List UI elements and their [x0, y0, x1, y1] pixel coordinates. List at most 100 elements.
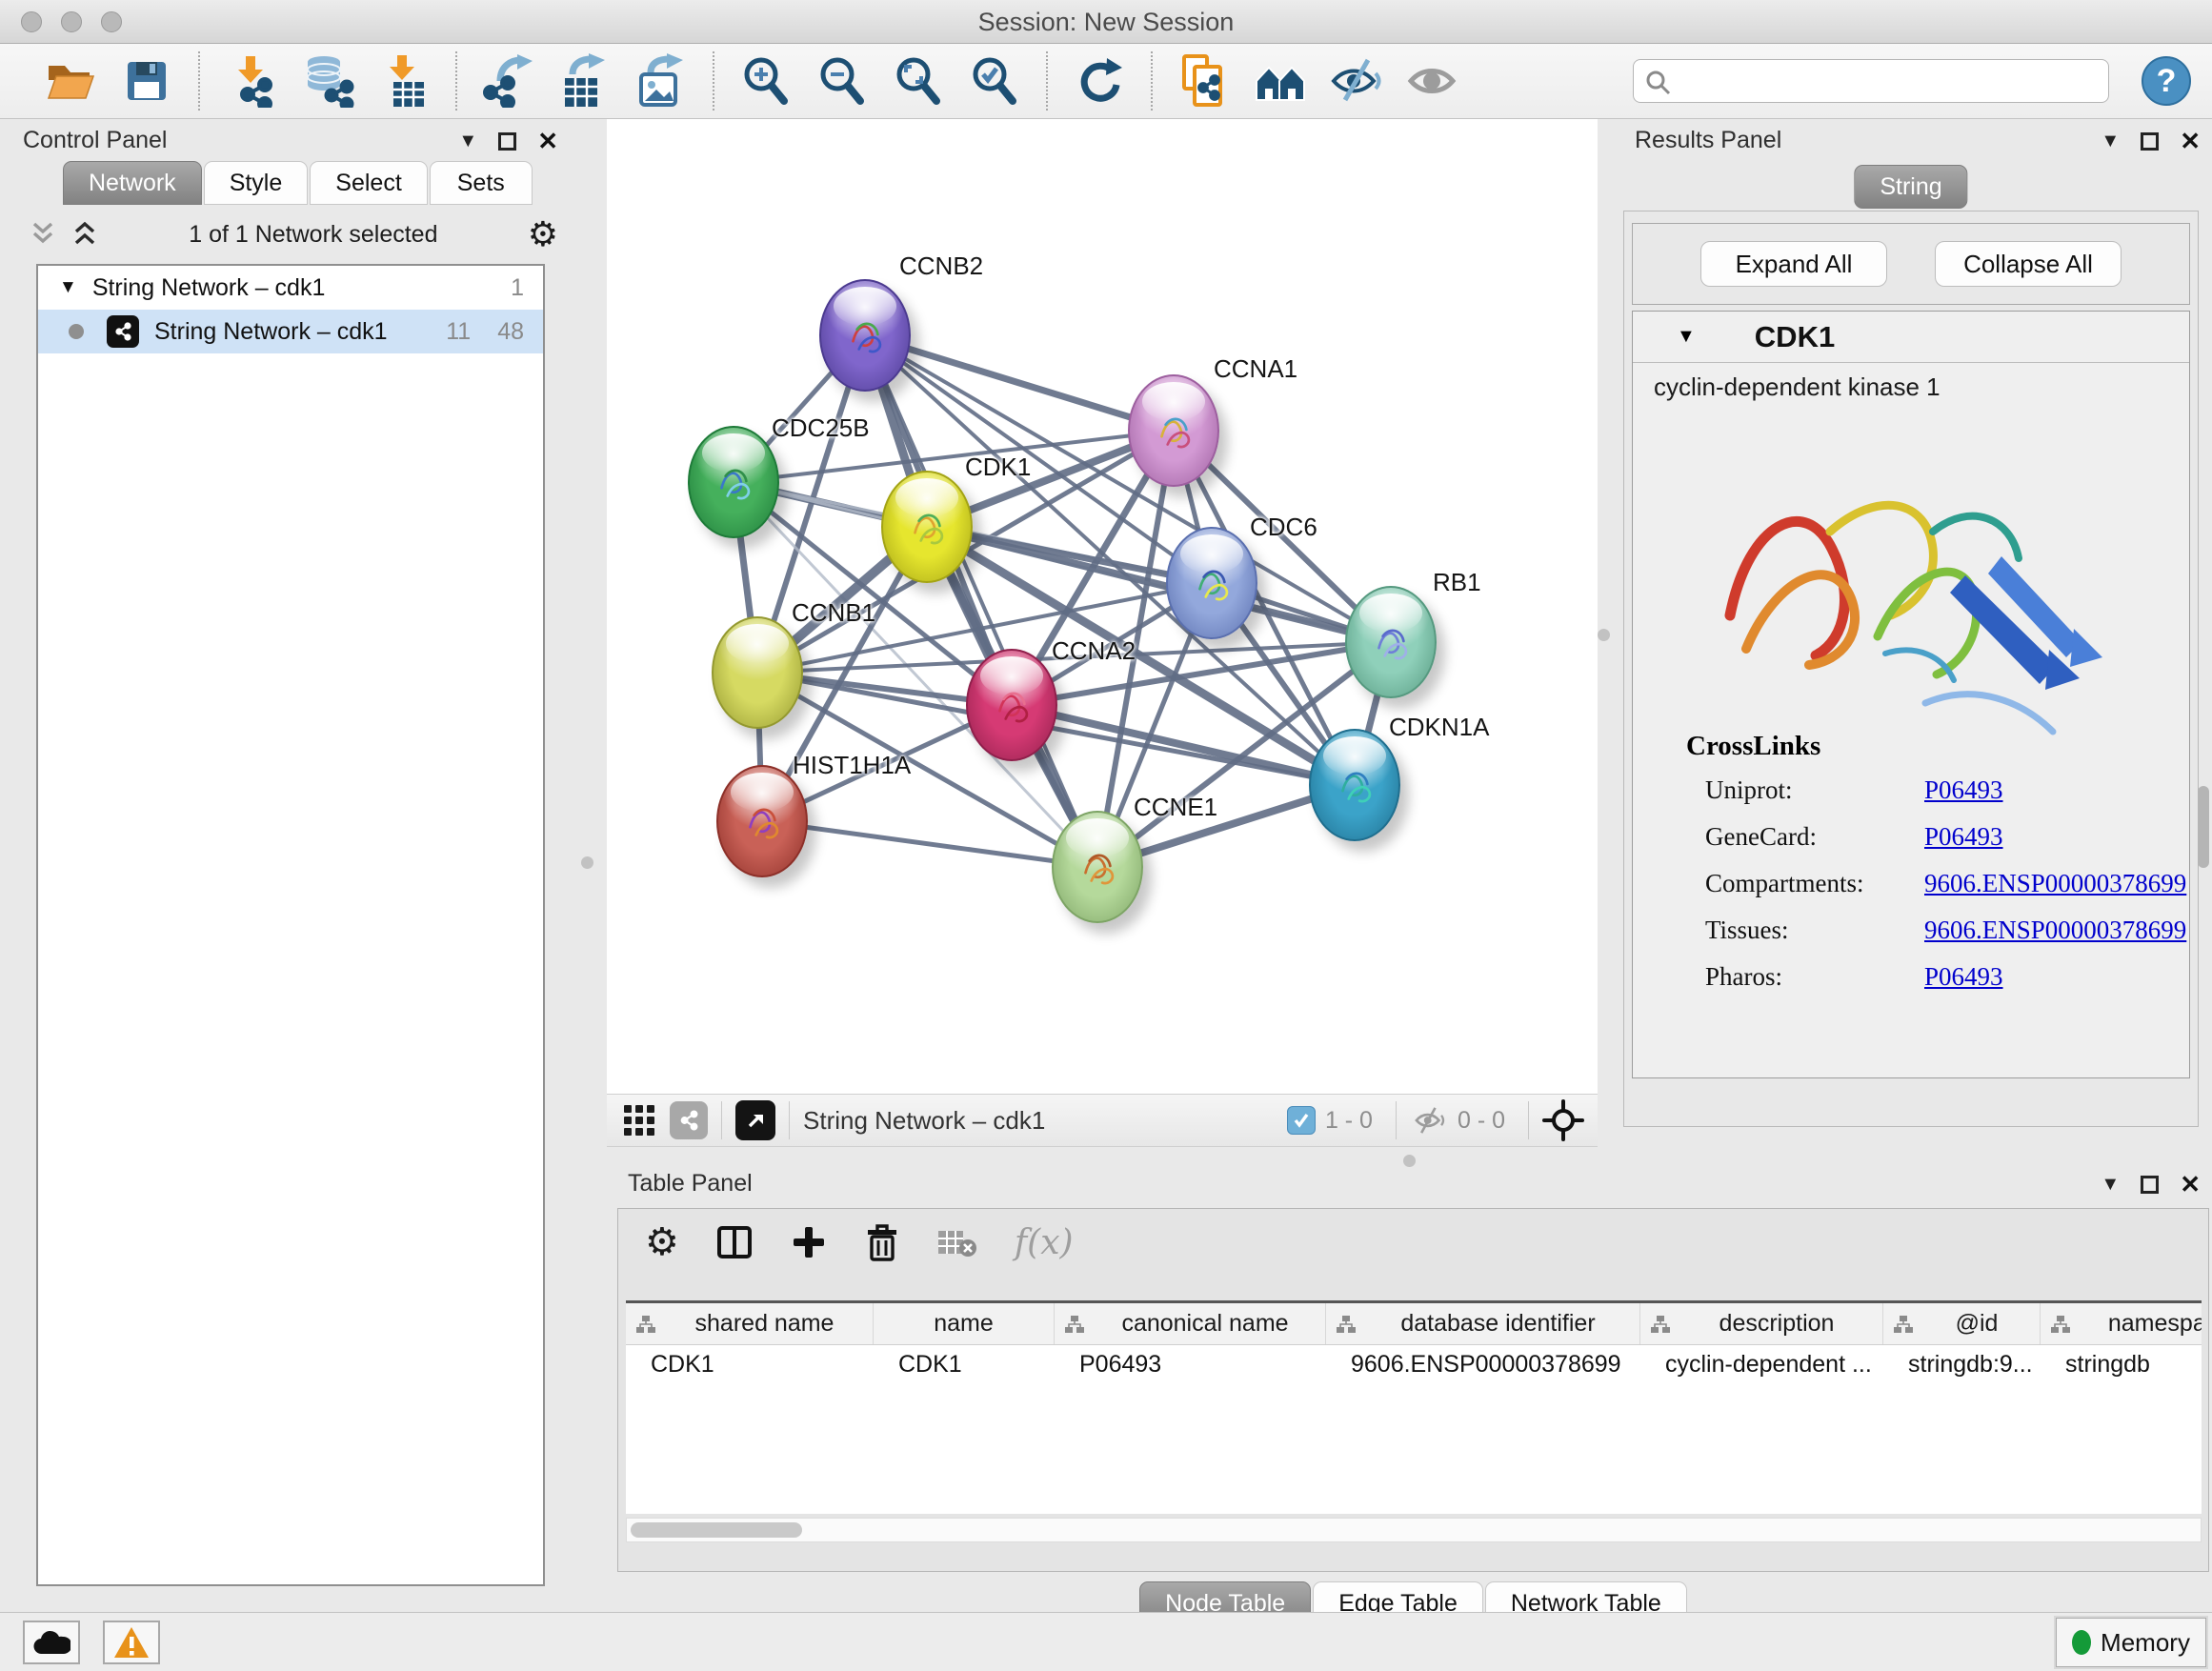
zoom-selected-button[interactable] — [965, 51, 1024, 111]
network-node-cdk1[interactable] — [881, 471, 973, 583]
help-button[interactable]: ? — [2142, 56, 2191, 106]
network-node-ccnb1[interactable] — [712, 616, 803, 729]
import-network-from-file-button[interactable] — [222, 51, 281, 111]
search-input[interactable] — [1679, 64, 2099, 98]
cloud-button[interactable] — [23, 1621, 80, 1664]
table-panel: Table Panel ▼ ✕ ⚙ — [614, 1162, 2212, 1605]
zoom-fit-button[interactable] — [889, 51, 948, 111]
network-edge-count: 48 — [497, 318, 524, 346]
collapse-all-button[interactable]: Collapse All — [1935, 241, 2122, 287]
crosslink-link[interactable]: 9606.ENSP00000378699 — [1924, 869, 2186, 898]
collapse-all-icon[interactable] — [29, 220, 57, 249]
panel-close-icon[interactable]: ✕ — [2180, 127, 2201, 156]
table-row[interactable]: CDK1CDK1P064939606.ENSP00000378699cyclin… — [626, 1345, 2202, 1387]
memory-button[interactable]: Memory — [2056, 1618, 2206, 1667]
panel-float-icon[interactable] — [2141, 132, 2159, 151]
crosslink-row: Tissues:9606.ENSP00000378699 — [1705, 916, 2189, 945]
panel-close-icon[interactable]: ✕ — [2180, 1170, 2201, 1199]
tab-network[interactable]: Network — [63, 161, 202, 205]
search-box — [1633, 59, 2109, 103]
zoom-fit-icon — [893, 55, 944, 107]
network-node-ccnb2[interactable] — [819, 279, 911, 392]
results-scrollbar-thumb[interactable] — [2198, 786, 2209, 868]
tree-expand-icon[interactable]: ▼ — [59, 277, 77, 298]
network-node-cdc25b[interactable] — [688, 426, 779, 538]
network-collection-row[interactable]: ▼ String Network – cdk1 1 — [38, 266, 543, 310]
network-node-cdc6[interactable] — [1166, 527, 1257, 639]
control-panel: Control Panel ▼ ✕ NetworkStyleSelectSets… — [8, 123, 568, 1592]
first-neighbors-button[interactable] — [1251, 51, 1310, 111]
network-node-ccna2[interactable] — [966, 649, 1057, 761]
show-all-button[interactable] — [1403, 51, 1462, 111]
selected-checkbox-icon[interactable] — [1287, 1106, 1316, 1135]
open-session-button[interactable] — [41, 51, 100, 111]
network-node-rb1[interactable] — [1345, 586, 1437, 698]
network-options-gear-icon[interactable]: ⚙ — [528, 217, 558, 252]
expand-all-icon[interactable] — [70, 220, 99, 249]
network-node-ccne1[interactable] — [1052, 811, 1143, 923]
save-session-button[interactable] — [117, 51, 176, 111]
import-table-from-file-button[interactable] — [374, 51, 433, 111]
right-splitter-handle[interactable] — [1598, 629, 1610, 641]
grid-view-icon[interactable] — [622, 1103, 656, 1137]
copy-network-icon — [1179, 53, 1229, 109]
crosslink-link[interactable]: P06493 — [1924, 962, 2003, 992]
tab-string[interactable]: String — [1854, 165, 1967, 209]
network-node-ccna1[interactable] — [1128, 374, 1219, 487]
column-header-sharedname[interactable]: shared name — [626, 1303, 874, 1344]
column-header-label: database identifier — [1357, 1310, 1639, 1338]
scrollbar-thumb[interactable] — [631, 1522, 802, 1538]
birds-eye-view-icon[interactable] — [735, 1100, 775, 1140]
network-node-cdkn1a[interactable] — [1309, 729, 1400, 841]
network-node-hist1h1a[interactable] — [716, 765, 808, 877]
tab-style[interactable]: Style — [204, 161, 309, 205]
application-window: Session: New Session — [0, 0, 2212, 1671]
show-columns-icon[interactable] — [715, 1223, 754, 1261]
tab-select[interactable]: Select — [310, 161, 427, 205]
panel-collapse-icon[interactable]: ▼ — [2101, 131, 2120, 152]
panel-collapse-icon[interactable]: ▼ — [2101, 1174, 2120, 1196]
crosslink-link[interactable]: P06493 — [1924, 822, 2003, 852]
clone-network-button[interactable] — [1175, 51, 1234, 111]
create-column-plus-icon[interactable] — [790, 1223, 828, 1261]
table-options-gear-icon[interactable]: ⚙ — [645, 1223, 679, 1261]
crosslink-label: Pharos: — [1705, 962, 1924, 992]
function-builder-icon-disabled: f(x) — [1015, 1223, 1074, 1262]
column-header-description[interactable]: description — [1640, 1303, 1883, 1344]
column-header-databaseidentifier[interactable]: database identifier — [1326, 1303, 1640, 1344]
zoom-out-button[interactable] — [813, 51, 872, 111]
zoom-in-button[interactable] — [736, 51, 795, 111]
entry-collapse-icon[interactable]: ▼ — [1677, 326, 1696, 348]
warnings-button[interactable] — [103, 1621, 160, 1664]
crosslink-link[interactable]: P06493 — [1924, 775, 2003, 805]
panel-float-icon[interactable] — [2141, 1176, 2159, 1194]
import-network-from-database-button[interactable] — [298, 51, 357, 111]
crosslink-link[interactable]: 9606.ENSP00000378699 — [1924, 916, 2186, 945]
table-cell: CDK1 — [626, 1345, 874, 1387]
tab-sets[interactable]: Sets — [430, 161, 533, 205]
left-splitter-handle[interactable] — [581, 856, 593, 869]
export-network-icon — [483, 54, 534, 108]
network-list-view-icon[interactable] — [670, 1101, 708, 1139]
network-canvas[interactable]: CCNB2CCNA1CDC25BCDK1CDC6RB1CCNB1CCNA2CDK… — [607, 119, 1598, 1094]
panel-collapse-icon[interactable]: ▼ — [458, 131, 477, 152]
panel-float-icon[interactable] — [498, 132, 516, 151]
fit-selected-crosshair-icon[interactable] — [1542, 1099, 1584, 1141]
export-table-button[interactable] — [555, 51, 614, 111]
column-header-canonicalname[interactable]: canonical name — [1055, 1303, 1326, 1344]
expand-all-button[interactable]: Expand All — [1700, 241, 1887, 287]
hide-selected-button[interactable] — [1327, 51, 1386, 111]
panel-close-icon[interactable]: ✕ — [537, 127, 558, 156]
export-image-button[interactable] — [632, 51, 691, 111]
export-network-button[interactable] — [479, 51, 538, 111]
crosslink-row: Compartments:9606.ENSP00000378699 — [1705, 869, 2189, 898]
houses-icon — [1253, 58, 1308, 104]
network-row[interactable]: String Network – cdk1 11 48 — [38, 310, 543, 353]
delete-column-trash-icon[interactable] — [864, 1222, 900, 1262]
refresh-view-button[interactable] — [1070, 51, 1129, 111]
export-image-icon — [635, 53, 687, 109]
column-header-name[interactable]: name — [874, 1303, 1055, 1344]
column-header-id[interactable]: @id — [1883, 1303, 2041, 1344]
table-horizontal-scrollbar[interactable] — [626, 1518, 2202, 1542]
column-header-namespace[interactable]: namespace — [2041, 1303, 2202, 1344]
